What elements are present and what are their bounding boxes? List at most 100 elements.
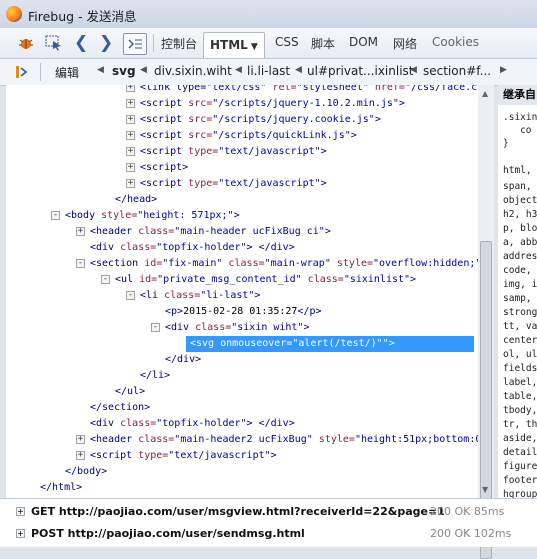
expand-toggle-icon[interactable]: + (76, 451, 85, 460)
expand-toggle-icon[interactable]: + (126, 99, 135, 108)
html-tree-row[interactable]: <p>2015-02-28 01:35:27</p> (6, 304, 478, 320)
html-node-text: <script type="text/javascript"> (140, 176, 327, 192)
breadcrumb-item-section[interactable]: section#f... (423, 64, 491, 78)
window-titlebar: Firebug - 发送消息 (0, 0, 537, 28)
html-tree-row[interactable]: + <header class="main-header2 ucFixBug" s… (6, 432, 478, 448)
scroll-left-icon[interactable]: ◀ (97, 65, 104, 75)
window-title: Firebug - 发送消息 (28, 9, 137, 24)
back-arrow-icon[interactable]: ❮ (74, 33, 88, 53)
chevron-down-icon[interactable]: ▼ (251, 42, 258, 52)
html-tree-row[interactable]: + <script type="text/javascript"> (6, 144, 478, 160)
html-tree-row[interactable]: + <script type="text/javascript"> (6, 176, 478, 192)
html-token: </body> (65, 466, 108, 477)
expand-toggle-icon[interactable]: + (126, 131, 135, 140)
html-tree-row[interactable]: - <section id="fix-main" class="main-wrap… (6, 256, 478, 272)
forward-arrow-icon[interactable]: ❯ (99, 33, 113, 53)
tab-net[interactable]: 网络 (393, 35, 417, 52)
breadcrumb-item-svg[interactable]: svg (112, 64, 136, 78)
html-node-text: <svg onmouseover="alert(/test/)""> (190, 336, 395, 352)
edit-button[interactable]: 编辑 (55, 64, 79, 81)
tab-html[interactable]: HTML ▼ (203, 32, 265, 58)
html-tree-row[interactable]: </ul> (6, 384, 478, 400)
scroll-up-icon[interactable]: ▲ (482, 89, 488, 98)
css-rule-line: footer (503, 475, 537, 486)
html-token: "height:51px;bottom:0px;" (354, 434, 478, 445)
collapse-toggle-icon[interactable]: - (151, 323, 160, 332)
expand-toggle-icon[interactable]: + (126, 85, 135, 92)
html-token: <script> (140, 162, 189, 173)
firebug-bug-icon[interactable] (18, 33, 34, 53)
inspect-element-icon[interactable] (45, 33, 63, 53)
tab-script[interactable]: 脚本 (311, 35, 335, 52)
html-node-text: </div> (165, 352, 201, 368)
html-tree-panel[interactable]: + <link type="text/css" rel="stylesheet" … (6, 85, 479, 498)
expand-toggle-icon[interactable]: + (76, 227, 85, 236)
html-node-text: <script src="/scripts/jquery-1.10.2.min.… (140, 96, 405, 112)
html-tree-row[interactable]: - <div class="sixin wiht"> (6, 320, 478, 336)
collapse-toggle-icon[interactable]: - (101, 275, 110, 284)
html-tree-row[interactable]: </li> (6, 368, 478, 384)
tab-console[interactable]: 控制台 (161, 35, 197, 52)
html-tree-row[interactable]: - <ul id="private_msg_content_id" class="… (6, 272, 478, 288)
expand-toggle-icon[interactable]: + (76, 435, 85, 444)
html-tree-row[interactable]: </head> (6, 192, 478, 208)
html-tree-row-selected[interactable]: <svg onmouseover="alert(/test/)""> (186, 336, 474, 352)
css-rule-line: .sixin (503, 112, 537, 123)
collapse-toggle-icon[interactable]: - (126, 291, 135, 300)
expand-toggle-icon[interactable]: + (16, 529, 25, 538)
html-panel-scrollbar[interactable]: ▲ ▼ (478, 85, 494, 559)
html-tree-row[interactable]: <div class="topfix-holder"> </div> (6, 240, 478, 256)
scroll-down-icon[interactable]: ▼ (482, 485, 488, 494)
breadcrumb-separator-icon: ◀ (295, 65, 302, 75)
expand-toggle-icon[interactable]: + (126, 163, 135, 172)
css-rule-line: object (503, 195, 537, 206)
network-request-row[interactable]: + GET http://paojiao.com/user/msgview.htm… (0, 501, 537, 521)
tab-dom[interactable]: DOM (349, 35, 378, 49)
command-line-toggle-icon[interactable] (123, 33, 147, 55)
css-rule-line: detail (503, 447, 537, 458)
html-token: </div> (165, 354, 202, 365)
breadcrumb-item-li[interactable]: li.li-last (247, 64, 290, 78)
breadcrumb-toolbar: 编辑 ◀ svg ◀ div.sixin.wiht ◀ li.li-last ◀… (0, 59, 537, 86)
html-tree-row[interactable]: </html> (6, 480, 478, 496)
html-node-text: <script> (140, 160, 188, 176)
breadcrumb-item-div[interactable]: div.sixin.wiht (154, 64, 232, 78)
html-tree-row[interactable]: </section> (6, 400, 478, 416)
html-token: "stylesheet" (296, 85, 369, 93)
html-token: class= (222, 258, 265, 269)
html-token: "topfix-holder" (156, 242, 247, 253)
scroll-right-icon[interactable]: ▶ (500, 65, 507, 75)
expand-toggle-icon[interactable]: + (126, 147, 135, 156)
html-node-text: <div class="sixin wiht"> (165, 320, 310, 336)
html-token: <script (140, 98, 189, 109)
firefox-icon (6, 6, 22, 22)
html-token: "> (382, 338, 395, 349)
html-tree-row[interactable]: + <script> (6, 160, 478, 176)
html-tree-row[interactable]: - <body style="height: 571px;"> (6, 208, 478, 224)
html-tree-row[interactable]: <div class="topfix-holder"> </div> (6, 416, 478, 432)
html-tree-row[interactable]: + <script type="text/javascript"> (6, 448, 478, 464)
expand-toggle-icon[interactable]: + (16, 507, 25, 516)
collapse-toggle-icon[interactable]: - (51, 211, 60, 220)
html-tree-row[interactable]: </div> (6, 352, 478, 368)
breadcrumb-item-ul[interactable]: ul#privat...ixinlist (307, 64, 413, 78)
html-tree-row[interactable]: + <script src="/scripts/jquery-1.10.2.min… (6, 96, 478, 112)
html-tree-row[interactable]: + <script src="/scripts/quickLink.js"> (6, 128, 478, 144)
collapse-toggle-icon[interactable]: - (76, 259, 85, 268)
network-request-row[interactable]: + POST http://paojiao.com/user/sendmsg.ht… (0, 523, 537, 543)
html-tree-row[interactable]: + <link type="text/css" rel="stylesheet" … (6, 85, 478, 96)
html-tree-row[interactable]: + <script src="/scripts/jquery.cookie.js"… (6, 112, 478, 128)
html-token: class= (138, 226, 175, 237)
css-rule-line: html, (503, 165, 532, 176)
tab-css[interactable]: CSS (275, 35, 299, 49)
expand-toggle-icon[interactable]: + (126, 115, 135, 124)
html-token: <script (140, 130, 189, 141)
expand-toggle-icon[interactable]: + (126, 179, 135, 188)
edit-mode-icon[interactable] (14, 62, 28, 82)
html-tree-row[interactable]: + <header class="main-header ucFixBug ci"… (6, 224, 478, 240)
html-tree-row[interactable]: - <li class="li-last"> (6, 288, 478, 304)
html-token: class= (120, 418, 157, 429)
tab-cookies[interactable]: Cookies (432, 35, 479, 49)
html-tree-row[interactable]: </body> (6, 464, 478, 480)
html-token: <script (140, 178, 189, 189)
